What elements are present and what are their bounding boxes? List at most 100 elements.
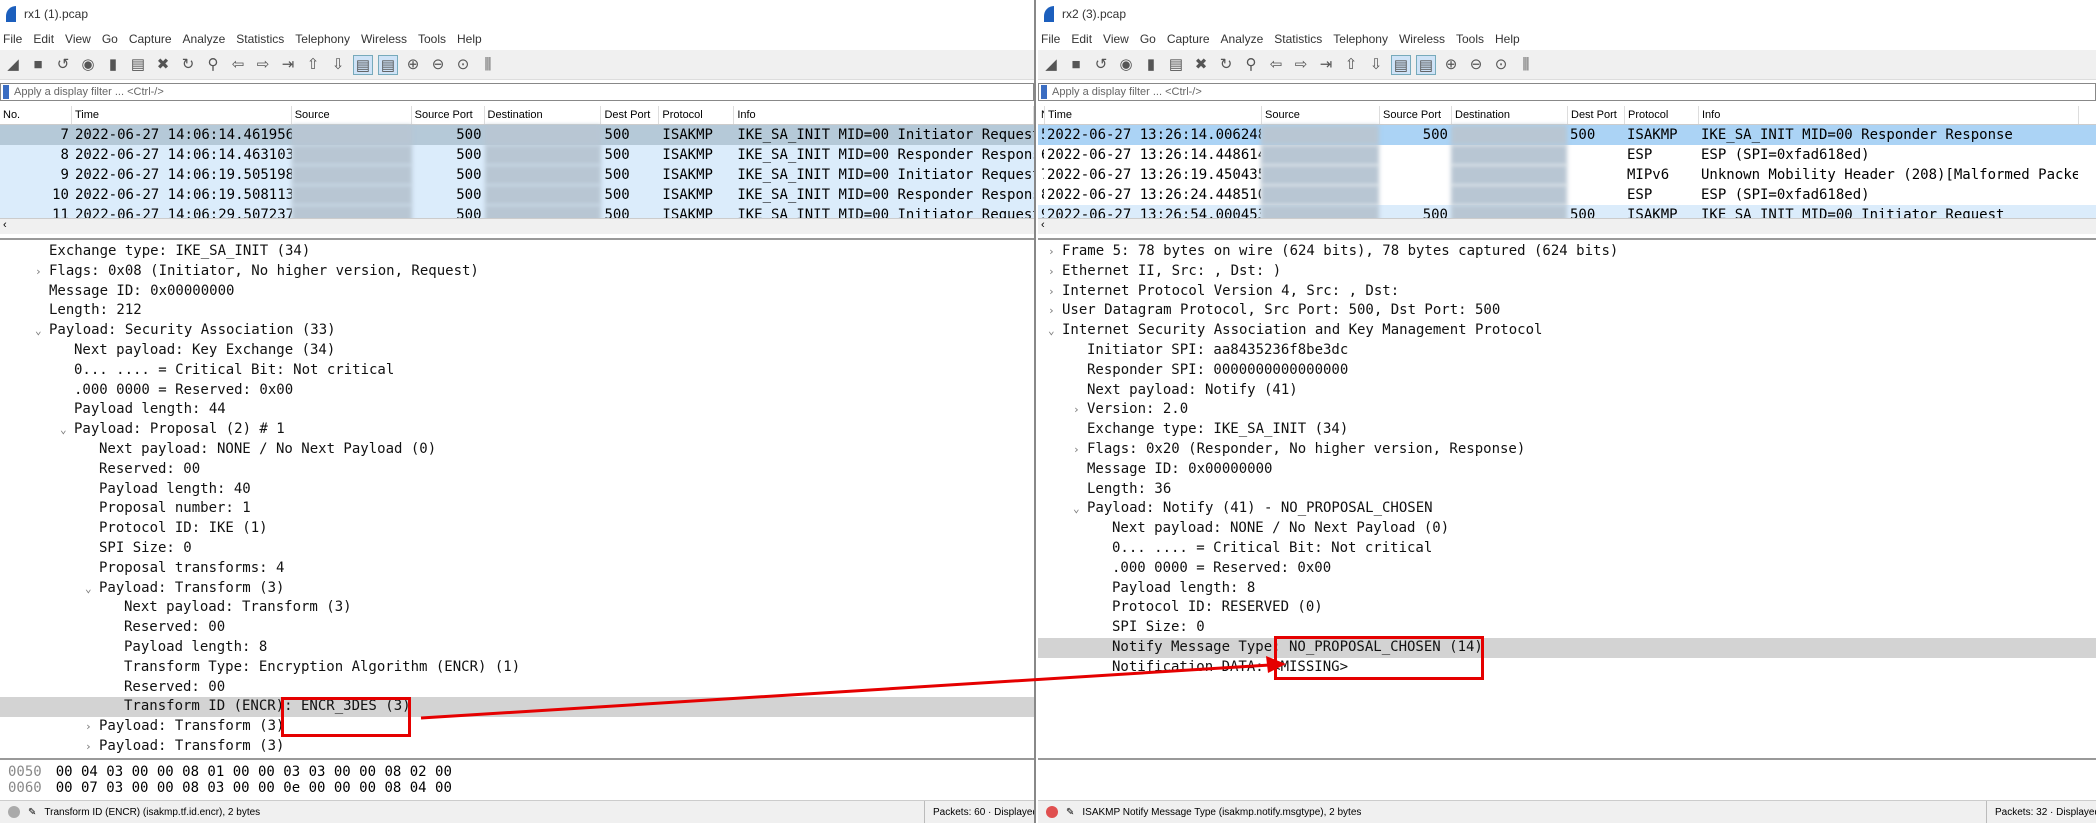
packet-row[interactable]: 82022-06-27 13:26:24.448510ESPESP (SPI=0…	[1038, 185, 2096, 205]
menu-help[interactable]: Help	[457, 32, 482, 46]
menu-capture[interactable]: Capture	[129, 32, 172, 46]
toolbar-icon-14[interactable]: ▤	[353, 54, 373, 75]
expand-icon[interactable]: ›	[1048, 242, 1062, 262]
toolbar-icon-4[interactable]: ▮	[103, 55, 123, 75]
detail-line[interactable]: Proposal number: 1	[0, 499, 1034, 519]
menu-file[interactable]: File	[3, 32, 22, 46]
detail-line[interactable]: Transform Type: Encryption Algorithm (EN…	[0, 658, 1034, 678]
menu-go[interactable]: Go	[102, 32, 118, 46]
toolbar-icon-11[interactable]: ⇥	[278, 55, 298, 75]
toolbar-icon-12[interactable]: ⇧	[1341, 55, 1361, 75]
expand-icon[interactable]: ›	[1048, 301, 1062, 321]
detail-line[interactable]: › Flags: 0x08 (Initiator, No higher versi…	[0, 262, 1034, 282]
menu-telephony[interactable]: Telephony	[1333, 32, 1388, 46]
packet-row[interactable]: 52022-06-27 13:26:14.006248500500ISAKMPI…	[1038, 125, 2096, 145]
detail-line[interactable]: › Frame 5: 78 bytes on wire (624 bits), 7…	[1038, 242, 2096, 262]
column-header[interactable]: Time	[1045, 106, 1262, 124]
detail-line[interactable]: Reserved: 00	[0, 678, 1034, 698]
toolbar-icon-14[interactable]: ▤	[1391, 54, 1411, 75]
expert-info-icon[interactable]	[8, 806, 20, 818]
column-header[interactable]: Protocol	[1625, 106, 1699, 124]
menu-tools[interactable]: Tools	[418, 32, 446, 46]
detail-line[interactable]: .000 0000 = Reserved: 0x00	[0, 381, 1034, 401]
menu-help[interactable]: Help	[1495, 32, 1520, 46]
detail-line[interactable]: Notify Message Type: NO_PROPOSAL_CHOSEN …	[1038, 637, 2096, 658]
detail-line[interactable]: Next payload: Key Exchange (34)	[0, 341, 1034, 361]
toolbar-icon-16[interactable]: ⊕	[1441, 55, 1461, 75]
detail-line[interactable]: Protocol ID: RESERVED (0)	[1038, 598, 2096, 618]
column-header[interactable]: Time	[72, 106, 292, 124]
detail-line[interactable]: ⌄ Payload: Security Association (33)	[0, 321, 1034, 341]
column-header[interactable]: Source	[292, 106, 412, 124]
detail-line[interactable]: Next payload: Notify (41)	[1038, 381, 2096, 401]
toolbar-icon-6[interactable]: ✖	[1191, 55, 1211, 75]
menu-wireless[interactable]: Wireless	[1399, 32, 1445, 46]
toolbar-icon-15[interactable]: ▤	[378, 54, 398, 75]
packet-row[interactable]: 62022-06-27 13:26:14.448614ESPESP (SPI=0…	[1038, 145, 2096, 165]
menu-edit[interactable]: Edit	[33, 32, 54, 46]
detail-line[interactable]: Notification DATA: <MISSING>	[1038, 658, 2096, 678]
packet-row[interactable]: 9 2022-06-27 14:06:19.505198 500 500 ISAKMP I…	[0, 165, 1034, 185]
detail-line[interactable]: ⌄ Payload: Transform (3)	[0, 579, 1034, 599]
column-header[interactable]: Source Port	[412, 106, 485, 124]
detail-line[interactable]: ⌄ Internet Security Association and Key M…	[1038, 321, 2096, 341]
toolbar-icon-8[interactable]: ⚲	[203, 55, 223, 75]
horizontal-scrollbar[interactable]: ‹	[1038, 218, 2096, 234]
bookmark-icon[interactable]	[1041, 85, 1047, 99]
detail-line[interactable]: 0... .... = Critical Bit: Not critical	[0, 361, 1034, 381]
toolbar-icon-12[interactable]: ⇧	[303, 55, 323, 75]
toolbar-icon-7[interactable]: ↻	[178, 55, 198, 75]
detail-line[interactable]: Next payload: NONE / No Next Payload (0)	[0, 440, 1034, 460]
collapse-icon[interactable]: ⌄	[60, 420, 74, 440]
display-filter-input[interactable]: Apply a display filter ... <Ctrl-/>	[1038, 83, 2096, 101]
detail-line[interactable]: › Internet Protocol Version 4, Src: , Dst…	[1038, 282, 2096, 302]
edit-comment-icon[interactable]: ✎	[28, 807, 36, 818]
detail-line[interactable]: › Flags: 0x20 (Responder, No higher versi…	[1038, 440, 2096, 460]
toolbar-icon-2[interactable]: ↺	[1091, 55, 1111, 75]
edit-comment-icon[interactable]: ✎	[1066, 807, 1074, 818]
collapse-icon[interactable]: ⌄	[35, 321, 49, 341]
detail-line[interactable]: Message ID: 0x00000000	[0, 282, 1034, 302]
detail-line[interactable]: Exchange type: IKE_SA_INIT (34)	[1038, 420, 2096, 440]
column-header[interactable]: Dest Port	[1568, 106, 1625, 124]
detail-line[interactable]: Payload length: 8	[1038, 579, 2096, 599]
menu-view[interactable]: View	[65, 32, 91, 46]
detail-line[interactable]: ⌄ Payload: Notify (41) - NO_PROPOSAL_CHOS…	[1038, 499, 2096, 519]
column-header[interactable]: Protocol	[659, 106, 735, 124]
column-header[interactable]: No.	[1038, 106, 1045, 124]
toolbar-icon-15[interactable]: ▤	[1416, 54, 1436, 75]
collapse-icon[interactable]: ⌄	[85, 579, 99, 599]
menu-wireless[interactable]: Wireless	[361, 32, 407, 46]
expand-icon[interactable]: ›	[1048, 282, 1062, 302]
detail-line[interactable]: Initiator SPI: aa8435236f8be3dc	[1038, 341, 2096, 361]
column-header[interactable]: Source	[1262, 106, 1380, 124]
detail-line[interactable]: Exchange type: IKE_SA_INIT (34)	[0, 242, 1034, 262]
toolbar-icon-5[interactable]: ▤	[1166, 55, 1186, 75]
detail-line[interactable]: Length: 212	[0, 301, 1034, 321]
toolbar-icon-7[interactable]: ↻	[1216, 55, 1236, 75]
detail-line[interactable]: Responder SPI: 0000000000000000	[1038, 361, 2096, 381]
detail-line[interactable]: Length: 36	[1038, 480, 2096, 500]
toolbar-icon-5[interactable]: ▤	[128, 55, 148, 75]
detail-line[interactable]: › User Datagram Protocol, Src Port: 500, …	[1038, 301, 2096, 321]
toolbar-icon-3[interactable]: ◉	[78, 55, 98, 75]
menu-analyze[interactable]: Analyze	[183, 32, 226, 46]
collapse-icon[interactable]: ⌄	[1073, 499, 1087, 519]
detail-line[interactable]: Reserved: 00	[0, 618, 1034, 638]
toolbar-icon-9[interactable]: ⇦	[1266, 55, 1286, 75]
toolbar-icon-0[interactable]: ◢	[3, 55, 23, 75]
detail-line[interactable]: › Payload: Transform (3)	[0, 717, 1034, 737]
column-header[interactable]: Info	[734, 106, 1034, 124]
expand-icon[interactable]: ›	[1073, 440, 1087, 460]
packet-row[interactable]: 8 2022-06-27 14:06:14.463103 500 500 ISAKMP I…	[0, 145, 1034, 165]
column-header[interactable]: Source Port	[1380, 106, 1452, 124]
toolbar-icon-0[interactable]: ◢	[1041, 55, 1061, 75]
toolbar-icon-13[interactable]: ⇩	[328, 55, 348, 75]
toolbar-icon-9[interactable]: ⇦	[228, 55, 248, 75]
menu-capture[interactable]: Capture	[1167, 32, 1210, 46]
toolbar-icon-2[interactable]: ↺	[53, 55, 73, 75]
menu-file[interactable]: File	[1041, 32, 1060, 46]
toolbar-icon-6[interactable]: ✖	[153, 55, 173, 75]
expert-info-icon[interactable]	[1046, 806, 1058, 818]
toolbar-icon-10[interactable]: ⇨	[253, 55, 273, 75]
